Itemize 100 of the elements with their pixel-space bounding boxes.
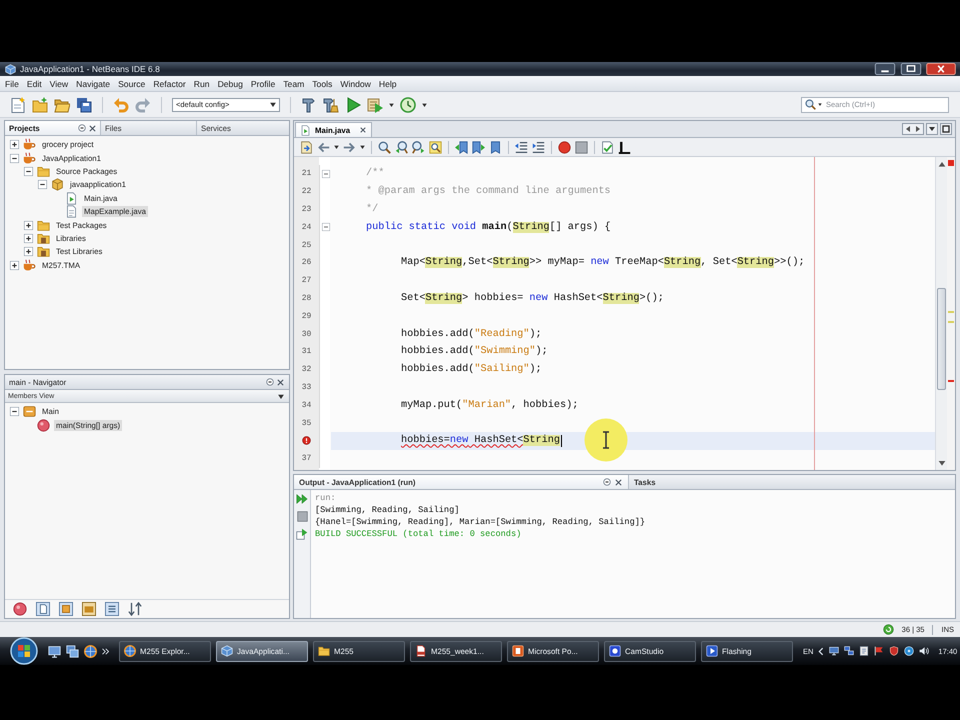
expander-icon[interactable] [10, 260, 19, 270]
fold-icon[interactable] [322, 223, 330, 232]
forward-arrow-icon[interactable] [343, 140, 356, 154]
page-play-icon[interactable] [296, 528, 308, 540]
shield-icon[interactable] [889, 646, 900, 656]
clock-icon[interactable] [400, 96, 416, 112]
caret-icon[interactable] [389, 102, 394, 106]
magnifier-left-icon[interactable] [395, 140, 408, 154]
framed-page-icon[interactable] [36, 602, 50, 616]
indent-right-icon[interactable] [532, 140, 545, 154]
menu-item[interactable]: Source [118, 78, 146, 88]
close-icon[interactable] [926, 63, 956, 75]
minimize-icon[interactable] [78, 124, 86, 132]
magnifier-right-icon[interactable] [412, 140, 425, 154]
maximize-window-icon[interactable] [940, 123, 952, 135]
hammer-broom-icon[interactable] [323, 96, 339, 112]
open-folder-icon[interactable] [54, 96, 70, 112]
scroll-down-icon[interactable] [938, 459, 946, 467]
line-number: 21 [302, 169, 312, 178]
line-number: 37 [302, 454, 312, 464]
scroll-up-icon[interactable] [938, 160, 946, 168]
indent-left-icon[interactable] [515, 140, 528, 154]
menu-item[interactable]: Profile [250, 78, 276, 88]
menu-item[interactable]: Run [194, 78, 210, 88]
new-file-icon[interactable] [10, 96, 26, 112]
tab-scroll-icon[interactable] [902, 123, 924, 135]
expander-icon[interactable] [24, 234, 33, 243]
menu-item[interactable]: Tools [312, 78, 332, 88]
double-play-icon[interactable] [296, 493, 308, 505]
stop-icon[interactable] [296, 511, 308, 522]
disk-icon[interactable] [904, 646, 914, 656]
framed-list-icon[interactable] [105, 602, 119, 616]
vertical-scrollbar[interactable] [935, 157, 947, 470]
caret-icon[interactable] [360, 145, 365, 149]
close-icon[interactable] [89, 124, 96, 132]
expander-icon[interactable] [10, 154, 19, 163]
speaker-icon[interactable] [919, 646, 930, 656]
minimize-icon[interactable] [603, 478, 611, 486]
line-number: 24 [302, 222, 312, 232]
menu-item[interactable]: View [50, 78, 68, 88]
close-icon[interactable] [360, 127, 366, 133]
close-icon[interactable] [277, 378, 284, 386]
caret-icon[interactable] [422, 102, 427, 106]
chevron-icon[interactable] [818, 646, 824, 656]
network-icon[interactable] [844, 646, 854, 656]
back-arrow-icon[interactable] [317, 140, 330, 154]
stop-icon[interactable] [575, 140, 588, 154]
tab-list-icon[interactable] [926, 123, 938, 135]
check-page-icon[interactable] [601, 140, 614, 154]
globe-icon[interactable] [84, 644, 97, 658]
stacked-windows-icon[interactable] [66, 644, 79, 658]
code-line: public static void main(String[] args) { [366, 222, 611, 233]
bookmark-icon[interactable] [489, 140, 502, 154]
floppy-disks-icon[interactable] [76, 96, 92, 112]
menu-item[interactable]: Debug [218, 78, 243, 88]
close-icon[interactable] [615, 478, 622, 486]
desktop-icon[interactable] [48, 644, 61, 658]
expander-icon[interactable] [38, 180, 47, 190]
caret-icon [818, 102, 822, 106]
hammer-icon[interactable] [301, 96, 317, 112]
record-icon[interactable] [558, 140, 571, 154]
flag-icon[interactable] [874, 646, 884, 656]
minimize-icon[interactable] [266, 378, 274, 386]
cursor-highlight-icon [584, 418, 628, 462]
folder-icon [37, 218, 50, 232]
cursor-bar-icon[interactable] [618, 140, 631, 154]
framed-box-icon[interactable] [59, 602, 73, 616]
bookmark-right-icon[interactable] [472, 140, 485, 154]
framed-tab-icon[interactable] [82, 602, 96, 616]
page-arrow-icon[interactable] [300, 140, 313, 154]
expander-icon[interactable] [10, 407, 19, 416]
highlighter-icon[interactable] [429, 140, 442, 154]
sort-arrows-icon[interactable] [128, 602, 142, 616]
expander-icon[interactable] [24, 166, 33, 176]
menu-item[interactable]: Navigate [76, 78, 110, 88]
double-chevron-icon[interactable] [102, 648, 109, 654]
minimize-icon[interactable] [874, 63, 896, 75]
menu-item[interactable]: Refactor [153, 78, 186, 88]
expander-icon[interactable] [24, 247, 33, 256]
menu-item[interactable]: File [5, 78, 19, 88]
expander-icon[interactable] [24, 220, 33, 230]
play-icon[interactable] [345, 96, 361, 112]
book-icon[interactable] [859, 646, 870, 656]
sphere-icon[interactable] [13, 602, 27, 616]
fold-icon[interactable] [322, 170, 330, 178]
menu-item[interactable]: Window [340, 78, 371, 88]
search-icon[interactable] [378, 140, 391, 154]
caret-icon[interactable] [334, 145, 339, 149]
menu-item[interactable]: Help [378, 78, 397, 88]
menu-item[interactable]: Edit [26, 78, 42, 88]
scrollbar-thumb[interactable] [937, 288, 946, 390]
expander-icon[interactable] [10, 140, 19, 150]
maximize-icon[interactable] [900, 63, 922, 75]
box-play-icon[interactable] [367, 96, 383, 112]
new-project-icon[interactable] [32, 96, 48, 112]
folder-icon [37, 164, 50, 178]
bookmark-left-icon[interactable] [455, 140, 468, 154]
menu-item[interactable]: Team [283, 78, 304, 88]
start-orb-icon[interactable] [10, 637, 38, 665]
monitor-icon[interactable] [829, 646, 840, 656]
